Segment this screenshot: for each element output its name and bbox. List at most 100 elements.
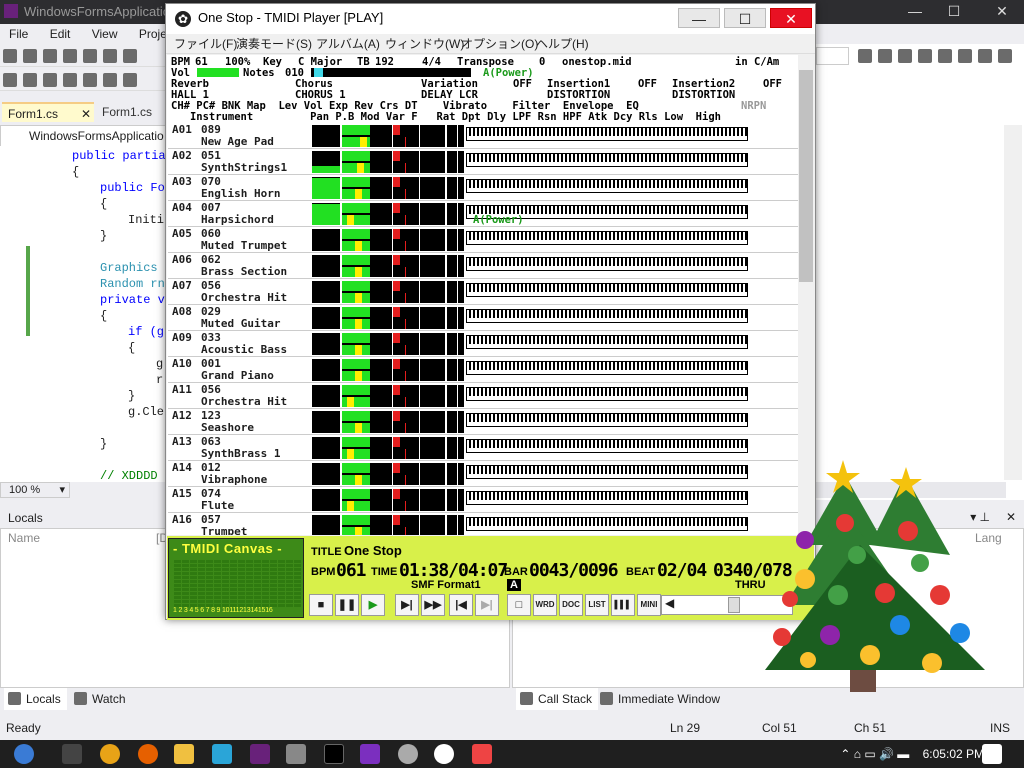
toolbar-tool-icon[interactable]	[958, 49, 972, 63]
app-icon[interactable]	[212, 744, 232, 764]
member-combo[interactable]	[816, 47, 849, 65]
channel-row[interactable]: A09 033 Acoustic Bass	[168, 331, 798, 357]
chrome-icon[interactable]	[100, 744, 120, 764]
toolbar-tool-icon[interactable]	[3, 73, 17, 87]
toolbar-tool-icon[interactable]	[103, 73, 117, 87]
channel-row[interactable]: A15 074 Flute	[168, 487, 798, 513]
slider-left-arrow[interactable]: ◀	[665, 596, 674, 610]
channel-row[interactable]: A11 056 Orchestra Hit	[168, 383, 798, 409]
menu-options[interactable]: オプション(O)	[461, 36, 538, 52]
previous-button[interactable]: |◀	[449, 594, 473, 616]
vs-minimize-button[interactable]: —	[898, 0, 932, 22]
toolbar-tool-icon[interactable]	[63, 73, 77, 87]
menu-file[interactable]: ファイル(F)	[174, 36, 237, 52]
task-view-icon[interactable]	[62, 744, 82, 764]
menu-play-mode[interactable]: 演奏モード(S)	[236, 36, 312, 52]
tmidi-canvas[interactable]: - TMIDI Canvas - 1 2 3 4 5 6 7 8 9 10111…	[168, 538, 304, 618]
channel-row[interactable]: A03 070 English Horn	[168, 175, 798, 201]
app-icon[interactable]	[472, 744, 492, 764]
vs-maximize-button[interactable]: ☐	[937, 0, 971, 22]
channel-row[interactable]: A05 060 Muted Trumpet	[168, 227, 798, 253]
mini-button[interactable]: MINI	[637, 594, 661, 616]
tmidi-icon[interactable]	[434, 744, 454, 764]
notifications-icon[interactable]	[982, 744, 1002, 764]
tray-icons[interactable]: ⌃ ⌂ ▭ 🔊 ▬	[840, 747, 919, 761]
tab-immediate-window[interactable]: Immediate Window	[596, 688, 726, 710]
step-button[interactable]: ▶|	[395, 594, 419, 616]
editor-vertical-scrollbar[interactable]	[1004, 125, 1022, 480]
play-button[interactable]: ▶	[361, 594, 385, 616]
tab-form1-cs[interactable]: Form1.cs ✕	[2, 102, 94, 122]
tmidi-maximize-button[interactable]: ☐	[724, 8, 766, 28]
cut-icon[interactable]	[123, 49, 137, 63]
wrd-button[interactable]: WRD	[533, 594, 557, 616]
new-project-icon[interactable]	[23, 49, 37, 63]
toolbar-tool-icon[interactable]	[918, 49, 932, 63]
spectrum-button[interactable]: ▌▌▌	[611, 594, 635, 616]
app-icon[interactable]	[360, 744, 380, 764]
fast-forward-button[interactable]: ▶▶	[421, 594, 445, 616]
tmidi-close-button[interactable]: ✕	[770, 8, 812, 28]
next-button[interactable]: ▶|	[475, 594, 499, 616]
channel-row[interactable]: A08 029 Muted Guitar	[168, 305, 798, 331]
zoom-combo[interactable]: 100 % ▾	[0, 482, 70, 498]
list-button[interactable]: LIST	[585, 594, 609, 616]
navigation-combo[interactable]: WindowsFormsApplicatio	[0, 125, 170, 147]
channel-row[interactable]: A16 057 Trumpet	[168, 513, 798, 535]
channel-row[interactable]: A12 123 Seashore	[168, 409, 798, 435]
vs-menu-view[interactable]: View	[83, 24, 127, 44]
tab-locals[interactable]: Locals	[4, 688, 67, 710]
vs-menu-edit[interactable]: Edit	[41, 24, 80, 44]
close-icon[interactable]: ✕	[1006, 510, 1016, 524]
clock[interactable]: 6:05:02 PM	[923, 747, 984, 761]
file-explorer-icon[interactable]	[174, 744, 194, 764]
channel-row[interactable]: A10 001 Grand Piano	[168, 357, 798, 383]
tmidi-app-icon[interactable]: ✿	[175, 11, 191, 27]
toolbar-tool-icon[interactable]	[978, 49, 992, 63]
tab-call-stack[interactable]: Call Stack	[516, 688, 599, 710]
toolbar-tool-icon[interactable]	[43, 73, 57, 87]
monitor-scroll-thumb[interactable]	[799, 70, 813, 282]
open-folder-icon[interactable]	[63, 49, 77, 63]
slider-thumb[interactable]	[728, 597, 740, 613]
toolbar-tool-icon[interactable]	[898, 49, 912, 63]
tab-watch[interactable]: Watch	[70, 688, 132, 710]
add-item-icon[interactable]	[43, 49, 57, 63]
toolbar-tool-icon[interactable]	[938, 49, 952, 63]
tmidi-minimize-button[interactable]: —	[678, 8, 720, 28]
code-editor-right[interactable]	[816, 44, 1024, 500]
toolbar-tool-icon[interactable]	[83, 73, 97, 87]
channel-row[interactable]: A14 012 Vibraphone	[168, 461, 798, 487]
stop-button[interactable]: ■	[309, 594, 333, 616]
back-icon[interactable]	[3, 49, 17, 63]
channel-row[interactable]: A07 056 Orchestra Hit	[168, 279, 798, 305]
toolbar-tool-icon[interactable]	[998, 49, 1012, 63]
doc-button[interactable]: DOC	[559, 594, 583, 616]
channel-row[interactable]: A01 089 New Age Pad	[168, 123, 798, 149]
visual-studio-icon[interactable]	[250, 744, 270, 764]
close-icon[interactable]: ✕	[81, 104, 91, 124]
vs-menu-file[interactable]: File	[0, 24, 37, 44]
app-icon[interactable]	[398, 744, 418, 764]
pause-button[interactable]: ❚❚	[335, 594, 359, 616]
toolbar-tool-icon[interactable]	[23, 73, 37, 87]
firefox-icon[interactable]	[138, 744, 158, 764]
toolbar-tool-icon[interactable]	[878, 49, 892, 63]
menu-window[interactable]: ウィンドウ(W)	[385, 36, 464, 52]
tab-form1-design[interactable]: Form1.cs [D	[96, 102, 166, 139]
save-icon[interactable]	[83, 49, 97, 63]
menu-album[interactable]: アルバム(A)	[316, 36, 380, 52]
start-button-icon[interactable]	[14, 744, 34, 764]
window-button[interactable]: □	[507, 594, 531, 616]
channel-monitor[interactable]: BPM 61 100% Key C Major TB 192 4/4 Trans…	[167, 55, 798, 535]
channel-row[interactable]: A02 051 SynthStrings1	[168, 149, 798, 175]
7zip-icon[interactable]	[324, 744, 344, 764]
code-editor[interactable]: public partia{public Fo{Initi} Graphics Ra…	[0, 146, 170, 483]
menu-help[interactable]: ヘルプ(H)	[536, 36, 589, 52]
vs-close-button[interactable]: ✕	[985, 0, 1019, 22]
save-all-icon[interactable]	[103, 49, 117, 63]
channel-row[interactable]: A13 063 SynthBrass 1	[168, 435, 798, 461]
toolbar-tool-icon[interactable]	[123, 73, 137, 87]
toolbar-tool-icon[interactable]	[858, 49, 872, 63]
channel-row[interactable]: A06 062 Brass Section	[168, 253, 798, 279]
